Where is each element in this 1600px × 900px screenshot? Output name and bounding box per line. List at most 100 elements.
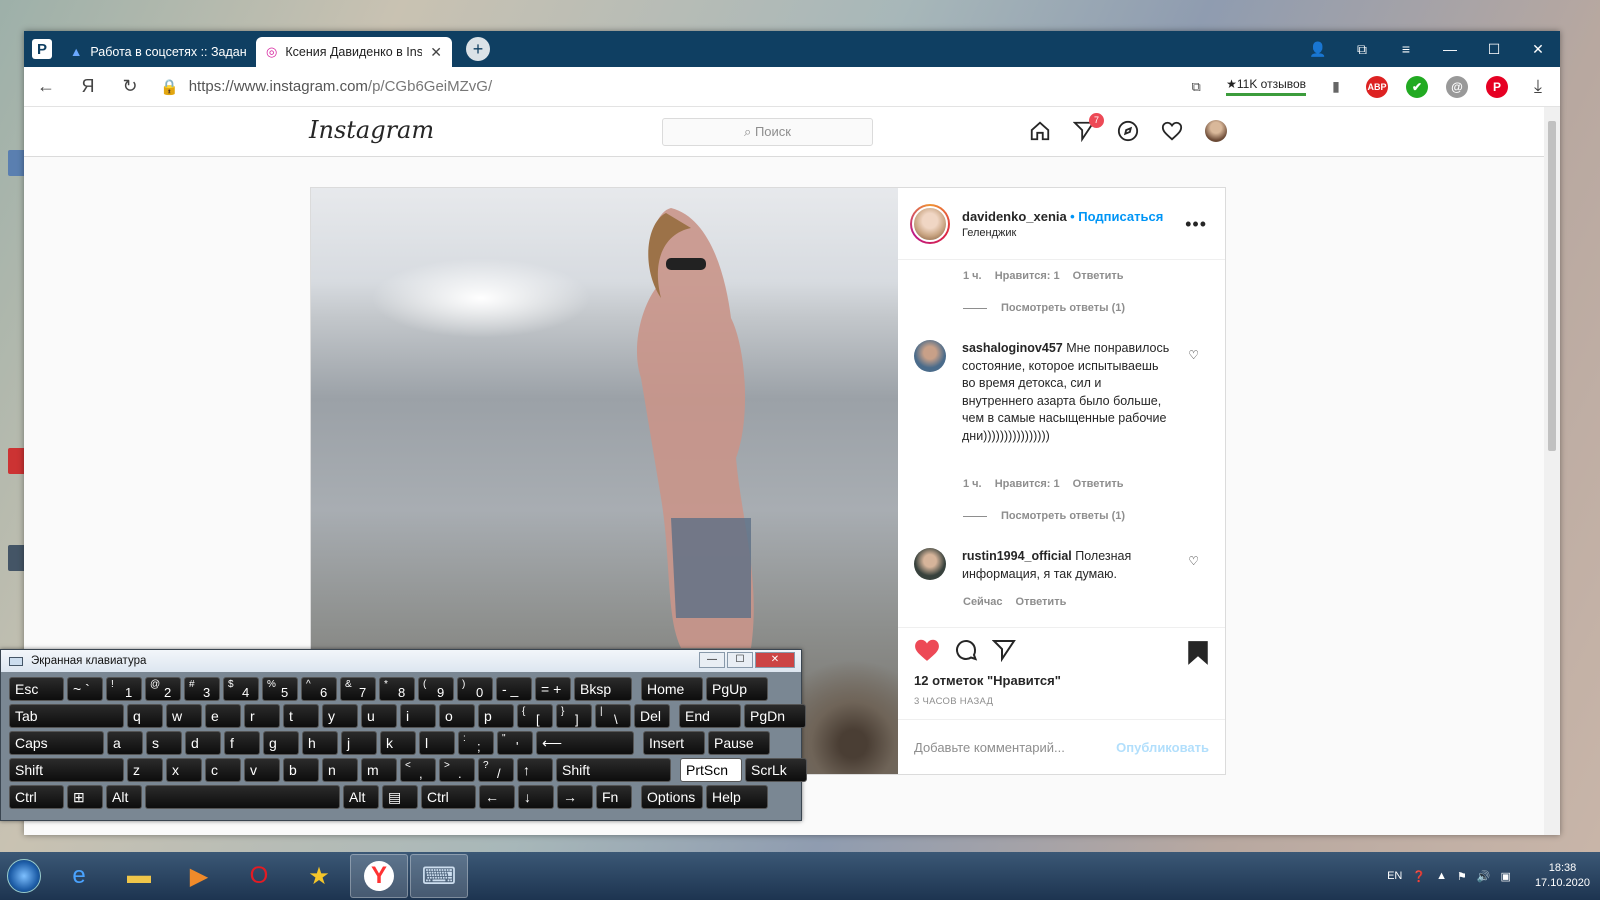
flag-icon[interactable]: ⚑	[1457, 870, 1467, 883]
key-symbol[interactable]: ⟵	[536, 731, 634, 755]
key-o[interactable]: o	[439, 704, 475, 728]
key-u[interactable]: u	[361, 704, 397, 728]
comment-icon[interactable]	[954, 638, 978, 665]
like-heart-icon[interactable]	[914, 638, 940, 665]
key-v[interactable]: v	[244, 758, 280, 782]
osk-minimize-button[interactable]: —	[699, 652, 725, 668]
key-symbol[interactable]: ←	[479, 785, 515, 809]
adblock-icon[interactable]: ABP	[1366, 75, 1388, 98]
key-e[interactable]: e	[205, 704, 241, 728]
key-7[interactable]: & 7	[340, 677, 376, 701]
key-f[interactable]: f	[224, 731, 260, 755]
comment-input[interactable]: Добавьте комментарий...	[914, 740, 1116, 755]
key-a[interactable]: a	[107, 731, 143, 755]
comment-author[interactable]: rustin1994_official	[962, 549, 1072, 563]
key-5[interactable]: % 5	[262, 677, 298, 701]
key-pgdn[interactable]: PgDn	[744, 704, 806, 728]
author-avatar[interactable]	[910, 203, 950, 244]
commenter-avatar[interactable]	[914, 548, 946, 580]
key-pause[interactable]: Pause	[708, 731, 770, 755]
back-icon[interactable]: ←	[34, 76, 58, 97]
key-shift[interactable]: Shift	[556, 758, 671, 782]
key-space[interactable]	[145, 785, 340, 809]
like-comment-icon[interactable]: ♡	[1188, 554, 1199, 568]
vpn-icon[interactable]: @	[1446, 75, 1468, 98]
media-player-icon[interactable]: ▶	[170, 854, 228, 898]
key-symbol[interactable]: - _	[496, 677, 532, 701]
close-window-button[interactable]: ✕	[1516, 41, 1560, 58]
key-l[interactable]: l	[419, 731, 455, 755]
new-tab-button[interactable]: +	[466, 37, 490, 61]
key-symbol[interactable]: ~ `	[67, 677, 103, 701]
key-symbol[interactable]: ↓	[518, 785, 554, 809]
download-icon[interactable]: ⤓	[1526, 76, 1550, 97]
location-link[interactable]: Геленджик	[962, 227, 1163, 239]
likes-count[interactable]: 12 отметок "Нравится"	[914, 673, 1209, 688]
activity-heart-icon[interactable]	[1160, 119, 1184, 143]
opera-icon[interactable]: O	[230, 854, 288, 898]
key-bksp[interactable]: Bksp	[574, 677, 632, 701]
key-8[interactable]: * 8	[379, 677, 415, 701]
key-del[interactable]: Del	[634, 704, 670, 728]
maximize-button[interactable]: ☐	[1472, 41, 1516, 58]
yandex-browser-icon[interactable]: Y	[350, 854, 408, 898]
key-4[interactable]: $4	[223, 677, 259, 701]
key-n[interactable]: n	[322, 758, 358, 782]
home-icon[interactable]	[1028, 119, 1052, 143]
comment-likes[interactable]: Нравится: 1	[995, 478, 1060, 490]
explorer-folder-icon[interactable]: ▬	[110, 854, 168, 898]
key-1[interactable]: ! 1	[106, 677, 142, 701]
key-j[interactable]: j	[341, 731, 377, 755]
key-insert[interactable]: Insert	[643, 731, 705, 755]
key-d[interactable]: d	[185, 731, 221, 755]
publish-button[interactable]: Опубликовать	[1116, 740, 1209, 755]
reply-button[interactable]: Ответить	[1016, 596, 1067, 608]
key-i[interactable]: i	[400, 704, 436, 728]
key-0[interactable]: ) 0	[457, 677, 493, 701]
key-symbol[interactable]: = +	[535, 677, 571, 701]
key-esc[interactable]: Esc	[9, 677, 64, 701]
follow-button[interactable]: • Подписаться	[1070, 209, 1163, 224]
key-home[interactable]: Home	[641, 677, 703, 701]
key-symbol[interactable]: ? /	[478, 758, 514, 782]
key-g[interactable]: g	[263, 731, 299, 755]
more-options-icon[interactable]: •••	[1185, 214, 1207, 235]
movie-maker-icon[interactable]: ★	[290, 854, 348, 898]
language-indicator[interactable]: EN	[1387, 870, 1402, 882]
osk-maximize-button[interactable]: ☐	[727, 652, 753, 668]
search-input[interactable]: ⌕ Поиск	[662, 118, 873, 146]
osk-close-button[interactable]: ✕	[755, 652, 795, 668]
profile-avatar[interactable]	[1204, 119, 1228, 143]
close-tab-icon[interactable]: ✕	[430, 44, 442, 61]
instagram-logo[interactable]: Instagram	[309, 116, 434, 144]
key-w[interactable]: w	[166, 704, 202, 728]
key-9[interactable]: (9	[418, 677, 454, 701]
menu-icon[interactable]: ≡	[1384, 41, 1428, 57]
reviews-button[interactable]: ★11K отзывов	[1226, 77, 1306, 96]
key-pgup[interactable]: PgUp	[706, 677, 768, 701]
key-prtscn[interactable]: PrtScn	[680, 758, 742, 782]
view-replies-button[interactable]: Посмотреть ответы (1)	[963, 510, 1125, 522]
key-options[interactable]: Options	[641, 785, 703, 809]
start-button[interactable]	[0, 852, 48, 900]
key-z[interactable]: z	[127, 758, 163, 782]
osk-taskbar-icon[interactable]: ⌨	[410, 854, 468, 898]
key-symbol[interactable]: {[	[517, 704, 553, 728]
key-alt[interactable]: Alt	[343, 785, 379, 809]
key-2[interactable]: @2	[145, 677, 181, 701]
ie-icon[interactable]: e	[50, 854, 108, 898]
key-ctrl[interactable]: Ctrl	[9, 785, 64, 809]
network-icon[interactable]: ▣	[1501, 870, 1511, 883]
key-symbol[interactable]: ↑	[517, 758, 553, 782]
key-3[interactable]: #3	[184, 677, 220, 701]
key-m[interactable]: m	[361, 758, 397, 782]
comment-author[interactable]: sashaloginov457	[962, 341, 1063, 355]
pinterest-icon[interactable]: P	[1486, 75, 1508, 98]
key-b[interactable]: b	[283, 758, 319, 782]
tab-instagram[interactable]: ◎ Ксения Давиденко в Ins ✕	[256, 37, 452, 67]
comment-likes[interactable]: Нравится: 1	[995, 270, 1060, 282]
view-replies-button[interactable]: Посмотреть ответы (1)	[963, 302, 1125, 314]
volume-icon[interactable]: 🔊	[1477, 870, 1491, 883]
browser-menu-logo[interactable]: P	[24, 31, 60, 67]
account-icon[interactable]: 👤	[1296, 41, 1340, 58]
